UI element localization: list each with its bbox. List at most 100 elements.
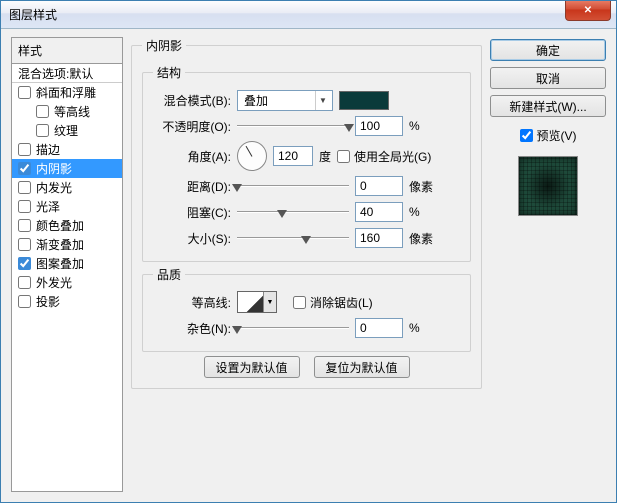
styles-panel: 样式 混合选项:默认 斜面和浮雕 等高线 纹理 — [11, 37, 123, 492]
choke-unit: % — [409, 205, 437, 219]
title-controls: ✕ — [565, 1, 616, 28]
quality-group: 品质 等高线: ▼ 消除锯齿(L) 杂色(N): — [142, 266, 471, 352]
row-noise: 杂色(N): % — [153, 315, 460, 341]
row-choke: 阻塞(C): % — [153, 199, 460, 225]
distance-unit: 像素 — [409, 178, 437, 195]
style-label: 纹理 — [54, 122, 78, 139]
new-style-button[interactable]: 新建样式(W)... — [490, 95, 606, 117]
antialias-checkbox[interactable]: 消除锯齿(L) — [293, 294, 373, 311]
shadow-color-swatch[interactable] — [339, 91, 389, 110]
quality-title: 品质 — [153, 266, 185, 283]
distance-slider[interactable] — [237, 177, 349, 195]
style-checkbox[interactable] — [18, 200, 31, 213]
style-checkbox[interactable] — [18, 162, 31, 175]
style-label: 斜面和浮雕 — [36, 84, 96, 101]
style-item-contour[interactable]: 等高线 — [12, 102, 122, 121]
distance-input[interactable] — [355, 176, 403, 196]
contour-picker[interactable]: ▼ — [237, 291, 277, 313]
style-item-drop-shadow[interactable]: 投影 — [12, 292, 122, 311]
style-checkbox[interactable] — [36, 105, 49, 118]
opacity-input[interactable] — [355, 116, 403, 136]
preview-checkbox[interactable]: 预览(V) — [490, 127, 606, 144]
noise-unit: % — [409, 321, 437, 335]
window-title: 图层样式 — [9, 6, 565, 23]
angle-input[interactable] — [273, 146, 313, 166]
style-item-outer-glow[interactable]: 外发光 — [12, 273, 122, 292]
row-blend-mode: 混合模式(B): 叠加 ▼ — [153, 87, 460, 113]
style-label: 光泽 — [36, 198, 60, 215]
global-light-checkbox[interactable]: 使用全局光(G) — [337, 148, 431, 165]
style-label: 图案叠加 — [36, 255, 84, 272]
styles-list: 混合选项:默认 斜面和浮雕 等高线 纹理 描边 — [11, 63, 123, 492]
style-label: 混合选项:默认 — [18, 65, 93, 82]
noise-slider[interactable] — [237, 319, 349, 337]
size-slider[interactable] — [237, 229, 349, 247]
reset-default-button[interactable]: 复位为默认值 — [314, 356, 410, 378]
angle-label: 角度(A): — [153, 148, 231, 165]
style-checkbox[interactable] — [18, 219, 31, 232]
group-title: 内阴影 — [142, 37, 186, 54]
default-buttons-row: 设置为默认值 复位为默认值 — [142, 356, 471, 378]
style-checkbox[interactable] — [18, 181, 31, 194]
structure-group: 结构 混合模式(B): 叠加 ▼ 不透明度(O): — [142, 64, 471, 262]
noise-input[interactable] — [355, 318, 403, 338]
inner-shadow-group: 内阴影 结构 混合模式(B): 叠加 ▼ 不透明度(O): — [131, 37, 482, 389]
row-distance: 距离(D): 像素 — [153, 173, 460, 199]
style-checkbox[interactable] — [18, 86, 31, 99]
row-opacity: 不透明度(O): % — [153, 113, 460, 139]
style-item-bevel[interactable]: 斜面和浮雕 — [12, 83, 122, 102]
style-item-satin[interactable]: 光泽 — [12, 197, 122, 216]
style-checkbox[interactable] — [18, 276, 31, 289]
chevron-down-icon: ▼ — [315, 91, 330, 110]
angle-unit: 度 — [319, 148, 331, 165]
style-checkbox[interactable] — [18, 257, 31, 270]
preview-input[interactable] — [520, 129, 533, 142]
style-label: 颜色叠加 — [36, 217, 84, 234]
style-label: 外发光 — [36, 274, 72, 291]
style-label: 描边 — [36, 141, 60, 158]
antialias-input[interactable] — [293, 296, 306, 309]
row-contour: 等高线: ▼ 消除锯齿(L) — [153, 289, 460, 315]
blend-mode-value: 叠加 — [244, 92, 315, 109]
ok-button[interactable]: 确定 — [490, 39, 606, 61]
titlebar: 图层样式 ✕ — [1, 1, 616, 29]
preview-label: 预览(V) — [537, 127, 577, 144]
distance-label: 距离(D): — [153, 178, 231, 195]
settings-panel: 内阴影 结构 混合模式(B): 叠加 ▼ 不透明度(O): — [131, 37, 482, 492]
opacity-unit: % — [409, 119, 437, 133]
styles-header: 样式 — [11, 37, 123, 63]
global-light-input[interactable] — [337, 150, 350, 163]
close-button[interactable]: ✕ — [565, 1, 611, 21]
choke-slider[interactable] — [237, 203, 349, 221]
angle-dial[interactable] — [237, 141, 267, 171]
style-label: 渐变叠加 — [36, 236, 84, 253]
style-item-gradient-overlay[interactable]: 渐变叠加 — [12, 235, 122, 254]
blend-mode-dropdown[interactable]: 叠加 ▼ — [237, 90, 333, 111]
size-label: 大小(S): — [153, 230, 231, 247]
style-checkbox[interactable] — [36, 124, 49, 137]
choke-input[interactable] — [355, 202, 403, 222]
contour-label: 等高线: — [153, 294, 231, 311]
structure-title: 结构 — [153, 64, 185, 81]
style-item-texture[interactable]: 纹理 — [12, 121, 122, 140]
cancel-button[interactable]: 取消 — [490, 67, 606, 89]
row-size: 大小(S): 像素 — [153, 225, 460, 251]
close-icon: ✕ — [584, 5, 592, 16]
style-item-pattern-overlay[interactable]: 图案叠加 — [12, 254, 122, 273]
style-checkbox[interactable] — [18, 143, 31, 156]
make-default-button[interactable]: 设置为默认值 — [204, 356, 300, 378]
choke-label: 阻塞(C): — [153, 204, 231, 221]
style-item-blend-default[interactable]: 混合选项:默认 — [12, 64, 122, 83]
dialog-content: 样式 混合选项:默认 斜面和浮雕 等高线 纹理 — [1, 29, 616, 502]
style-checkbox[interactable] — [18, 295, 31, 308]
opacity-slider[interactable] — [237, 117, 349, 135]
chevron-down-icon[interactable]: ▼ — [263, 292, 276, 312]
style-item-inner-glow[interactable]: 内发光 — [12, 178, 122, 197]
style-item-inner-shadow[interactable]: 内阴影 — [12, 159, 122, 178]
size-input[interactable] — [355, 228, 403, 248]
antialias-label: 消除锯齿(L) — [310, 294, 373, 311]
style-item-stroke[interactable]: 描边 — [12, 140, 122, 159]
style-checkbox[interactable] — [18, 238, 31, 251]
style-item-color-overlay[interactable]: 颜色叠加 — [12, 216, 122, 235]
style-label: 等高线 — [54, 103, 90, 120]
